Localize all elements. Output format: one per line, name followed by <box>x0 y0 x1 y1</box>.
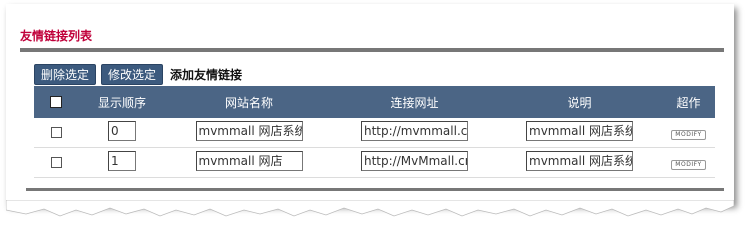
bottom-divider <box>26 188 724 191</box>
modify-button[interactable]: MODIFY <box>671 130 706 140</box>
header-action: 超作 <box>676 95 701 110</box>
order-input[interactable]: 0 <box>108 121 136 141</box>
modify-button[interactable]: MODIFY <box>671 160 706 170</box>
url-input[interactable]: http://MvMmall.cn <box>361 151 468 171</box>
site-name-input[interactable]: mvmmall 网店系统 <box>195 121 303 141</box>
site-name-input[interactable]: mvmmall 网店 <box>195 151 303 171</box>
header-order: 显示顺序 <box>97 95 146 110</box>
toolbar: 删除选定 修改选定 添加友情链接 <box>34 63 242 85</box>
description-input[interactable]: mvmmall 网店系统 <box>526 121 633 141</box>
header-url: 连接网址 <box>390 95 439 110</box>
table-row: 1 mvmmall 网店 http://MvMmall.cn mvmmall 网… <box>34 148 715 178</box>
torn-edge <box>6 200 734 217</box>
table-row: 0 mvmmall 网店系统 http://mvmmall.cn mvmmall… <box>34 118 715 148</box>
row-checkbox[interactable] <box>50 157 62 168</box>
panel-title: 友情链接列表 <box>20 29 93 43</box>
delete-selected-button[interactable]: 删除选定 <box>34 63 97 85</box>
row-checkbox[interactable] <box>50 127 62 138</box>
title-divider <box>20 48 724 52</box>
edit-selected-button[interactable]: 修改选定 <box>101 63 164 85</box>
table-header: 显示顺序 网站名称 连接网址 说明 超作 <box>34 86 715 118</box>
header-description: 说明 <box>567 95 592 110</box>
url-input[interactable]: http://mvmmall.cn <box>361 121 468 141</box>
select-all-checkbox[interactable] <box>50 96 62 108</box>
description-input[interactable]: mvmmall 网店系统 <box>526 151 633 171</box>
header-site-name: 网站名称 <box>224 95 273 110</box>
add-link-button[interactable]: 添加友情链接 <box>170 66 242 83</box>
order-input[interactable]: 1 <box>108 151 136 171</box>
links-table: 显示顺序 网站名称 连接网址 说明 超作 0 mvmmall 网店系统 http… <box>34 86 715 178</box>
